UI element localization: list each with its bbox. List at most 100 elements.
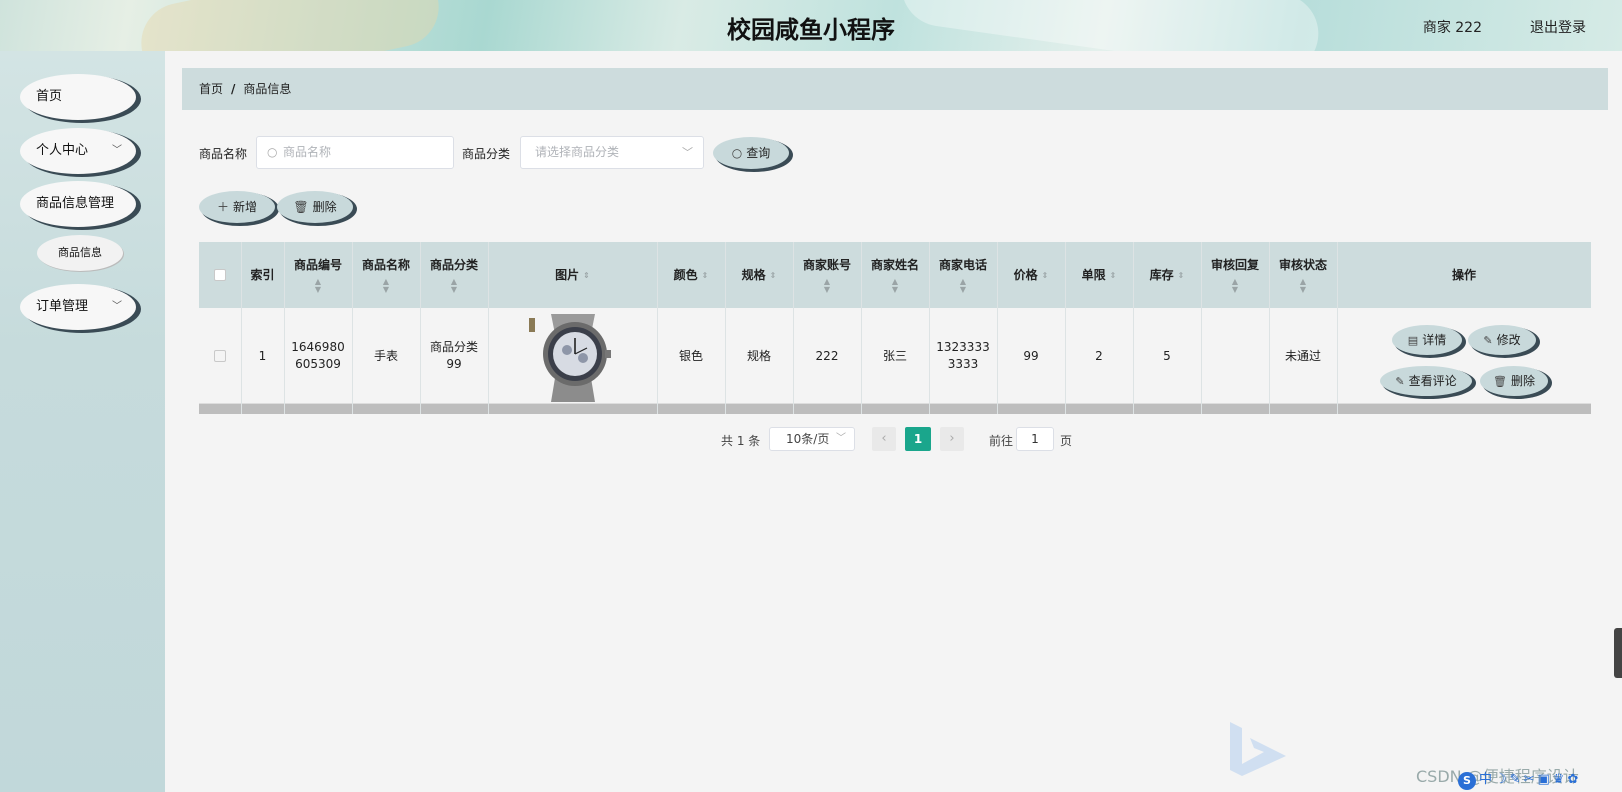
cell-stock: 5 xyxy=(1163,348,1171,363)
header-merchant-name-label: 商家姓名 xyxy=(870,257,919,272)
header-index: 索引 xyxy=(250,267,275,282)
detail-button[interactable]: ▤ 详情 xyxy=(1392,325,1462,355)
header-color[interactable]: 颜色 ⇕ xyxy=(657,242,725,308)
header-price[interactable]: 价格 ⇕ xyxy=(997,242,1065,308)
product-name-input[interactable]: ○ 商品名称 xyxy=(256,136,454,169)
sort-icon[interactable]: ▲ ▼ xyxy=(451,277,457,294)
sort-icon[interactable]: ⇕ xyxy=(1178,267,1185,284)
pen-icon[interactable]: ✎ xyxy=(1510,772,1521,790)
row-delete-button[interactable]: 🗑 删除 xyxy=(1480,366,1548,396)
breadcrumb-home[interactable]: 首页 xyxy=(199,82,223,96)
header-merchant-account[interactable]: 商家账号 ▲ ▼ xyxy=(793,242,861,308)
cell-limit: 2 xyxy=(1095,348,1103,363)
header-image-label: 图片 xyxy=(555,267,580,282)
tray-icon[interactable]: 中 xyxy=(1479,772,1492,790)
cell-index: 1 xyxy=(258,348,267,363)
header-image[interactable]: 图片 ⇕ xyxy=(488,242,657,308)
header-audit-reply[interactable]: 审核回复 ▲ ▼ xyxy=(1201,242,1269,308)
horizontal-scrollbar[interactable] xyxy=(199,404,1591,414)
sort-icon[interactable]: ▲ ▼ xyxy=(1232,277,1238,294)
header-merchant-name[interactable]: 商家姓名 ▲ ▼ xyxy=(861,242,929,308)
header-audit-status[interactable]: 审核状态 ▲ ▼ xyxy=(1269,242,1337,308)
query-button[interactable]: ○ 查询 xyxy=(713,137,789,169)
page-size-select[interactable]: 10条/页 ﹀ xyxy=(769,427,855,451)
edit-button[interactable]: ✎ 修改 xyxy=(1468,325,1536,355)
cell-audit-status: 未通过 xyxy=(1284,348,1321,363)
select-all-cell xyxy=(199,242,241,308)
watch-subdial xyxy=(577,353,588,363)
document-icon: ▤ xyxy=(1407,334,1419,347)
sidebar-item-order-management[interactable]: 订单管理 ﹀ xyxy=(20,284,136,330)
add-button-label: 新增 xyxy=(233,200,258,214)
cell-merchant-name: 张三 xyxy=(882,348,907,363)
header-limit-label: 单限 xyxy=(1081,267,1106,282)
edit-icon: ✎ xyxy=(1395,375,1405,388)
row-select-cell xyxy=(199,308,241,404)
sort-icon[interactable]: ⇕ xyxy=(770,267,777,284)
header-merchant-phone[interactable]: 商家电话 ▲ ▼ xyxy=(929,242,997,308)
header-spec[interactable]: 规格 ⇕ xyxy=(725,242,793,308)
next-page-button[interactable]: › xyxy=(940,427,964,451)
watch-tag xyxy=(528,318,535,332)
sort-icon[interactable]: ▲ ▼ xyxy=(315,277,321,294)
page-number-current[interactable]: 1 xyxy=(905,427,931,451)
header-category-label: 商品分类 xyxy=(429,257,478,272)
sort-icon[interactable]: ▲ ▼ xyxy=(960,277,966,294)
sort-icon[interactable]: ▲ ▼ xyxy=(383,277,389,294)
sort-icon[interactable]: ▲ ▼ xyxy=(892,277,898,294)
view-reviews-button[interactable]: ✎ 查看评论 xyxy=(1380,366,1472,396)
screen-icon[interactable]: ▣ xyxy=(1537,772,1549,790)
shirt-icon[interactable]: ♛ xyxy=(1553,772,1565,790)
cell-color: 银色 xyxy=(678,348,703,363)
delete-button-label: 删除 xyxy=(312,200,337,214)
sort-icon[interactable]: ⇕ xyxy=(1042,267,1049,284)
edit-icon: ✎ xyxy=(1483,334,1493,347)
search-icon: ○ xyxy=(731,146,743,160)
header-stock-label: 库存 xyxy=(1149,267,1174,282)
header-actions: 操作 xyxy=(1451,267,1476,282)
header-code[interactable]: 商品编号 ▲ ▼ xyxy=(284,242,352,308)
product-name-label: 商品名称 xyxy=(199,147,248,161)
header-stock[interactable]: 库存 ⇕ xyxy=(1133,242,1201,308)
cell-merchant-phone: 1323333 3333 xyxy=(929,308,997,404)
logout-link[interactable]: 退出登录 xyxy=(1530,17,1586,37)
sort-icon[interactable]: ⇕ xyxy=(583,267,590,284)
cell-phone-line: 1323333 xyxy=(936,340,990,354)
scissors-icon[interactable]: ✂ xyxy=(1524,772,1535,790)
sidebar: 首页 个人中心 ﹀ 商品信息管理 商品信息 订单管理 ﹀ xyxy=(0,51,165,792)
prev-page-button[interactable]: ‹ xyxy=(872,427,896,451)
cell-audit-reply xyxy=(1201,308,1269,404)
sort-icon[interactable]: ⇕ xyxy=(702,267,709,284)
sort-icon[interactable]: ⇕ xyxy=(1110,267,1117,284)
sort-icon[interactable]: ▲ ▼ xyxy=(824,277,830,294)
product-name-placeholder: 商品名称 xyxy=(283,145,332,159)
sort-icon[interactable]: ▲ ▼ xyxy=(1300,277,1306,294)
cell-code-line: 1646980 xyxy=(291,340,345,354)
goto-page-input[interactable]: 1 xyxy=(1016,427,1054,451)
header-limit[interactable]: 单限 ⇕ xyxy=(1065,242,1133,308)
product-category-select[interactable]: 请选择商品分类 ﹀ xyxy=(520,136,704,169)
header-category[interactable]: 商品分类 ▲ ▼ xyxy=(420,242,488,308)
cell-price: 99 xyxy=(1023,348,1039,363)
ime-icon[interactable]: S xyxy=(1458,772,1476,790)
sidebar-item-home[interactable]: 首页 xyxy=(20,74,136,120)
gear-icon[interactable]: ✿ xyxy=(1567,772,1578,790)
cell-code-line: 605309 xyxy=(295,357,341,371)
wristwatch-image[interactable] xyxy=(525,308,621,404)
select-all-checkbox[interactable] xyxy=(214,269,226,281)
sidebar-item-product-management[interactable]: 商品信息管理 xyxy=(20,181,136,227)
sidebar-item-label: 商品信息管理 xyxy=(36,196,115,211)
sidebar-item-personal-center[interactable]: 个人中心 ﹀ xyxy=(20,128,136,174)
batch-delete-button[interactable]: 🗑 删除 xyxy=(277,191,353,223)
sidebar-item-label: 商品信息 xyxy=(58,246,102,259)
cell-name: 手表 xyxy=(373,348,398,363)
sidebar-subitem-product-info[interactable]: 商品信息 xyxy=(37,235,123,271)
moon-icon[interactable]: ☽ xyxy=(1495,772,1507,790)
side-edge-tab[interactable] xyxy=(1614,628,1622,678)
cell-phone-line: 3333 xyxy=(947,357,979,371)
row-checkbox[interactable] xyxy=(214,350,226,362)
header-code-label: 商品编号 xyxy=(293,257,342,272)
add-button[interactable]: ＋ 新增 xyxy=(199,191,275,223)
header-name[interactable]: 商品名称 ▲ ▼ xyxy=(352,242,420,308)
sidebar-item-label: 订单管理 xyxy=(36,299,89,314)
